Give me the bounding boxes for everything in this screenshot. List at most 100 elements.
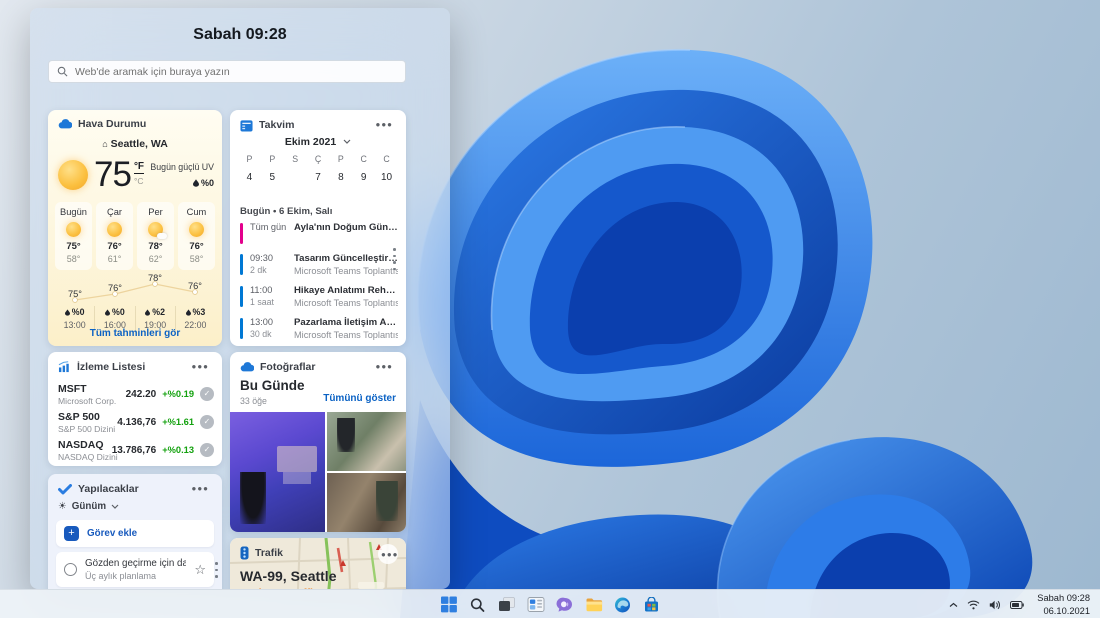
traffic-light-icon [240,546,249,560]
edge-browser-button[interactable] [611,593,635,617]
forecast-day[interactable]: Bugün 75° 58° [55,202,92,270]
store-icon [644,597,660,613]
task-item[interactable]: Gözden geçirme için dave... Üç aylık pla… [56,552,214,587]
plus-icon: + [64,526,79,541]
more-options-button[interactable]: ●●● [189,360,213,374]
traffic-route: WA-99, Seattle [240,568,336,584]
clock-time: Sabah 09:28 [1037,592,1090,604]
calendar-event[interactable]: Tüm gün Ayla'nın Doğum Günü 🎂 [240,222,398,244]
search-icon [57,66,68,77]
cloud-icon [58,119,72,129]
more-options-button[interactable]: ●●● [373,118,397,132]
watched-check-icon[interactable]: ✓ [200,387,214,401]
more-options-button[interactable]: ●●● [189,482,213,496]
date-cell[interactable]: 7 [307,168,330,187]
sun-icon [107,222,122,237]
todo-widget[interactable]: Yapılacaklar ●●● ☀ Günüm + Görev ekle Gö… [48,474,222,589]
date-cell[interactable]: 4 [238,168,261,187]
search-button[interactable] [466,593,490,617]
battery-icon[interactable] [1010,601,1024,609]
photos-heading: Bu Günde [240,378,305,393]
widgets-button[interactable] [524,593,548,617]
tray-chevron-up-icon[interactable] [949,602,958,608]
traffic-widget[interactable]: Trafik ●●● WA-99, Seattle Moderate traff… [230,538,406,589]
chat-icon [556,597,573,613]
traffic-title: Trafik [255,547,283,559]
forecast-day[interactable]: Per 78° 62° [137,202,174,270]
date-cell-selected[interactable]: 6 [284,168,307,187]
forecast-day[interactable]: Cum 76° 58° [178,202,215,270]
search-placeholder: Web'de aramak için buraya yazın [75,66,230,78]
date-cell[interactable]: 5 [261,168,284,187]
calendar-event[interactable]: 13:00 30 dk Pazarlama İletişim Alanı Mic… [240,317,398,340]
event-color-bar [240,254,243,275]
add-task-button[interactable]: + Görev ekle [56,520,214,547]
todo-title: Yapılacaklar [78,483,183,495]
photo-thumbnail[interactable] [230,412,325,532]
stock-row[interactable]: MSFT Microsoft Corp. 242.20 +%0.19 ✓ [58,380,214,408]
widgets-icon [527,597,544,612]
unit-celsius-toggle[interactable]: °C [134,176,144,186]
weather-title: Hava Durumu [78,118,212,130]
droplet-icon [145,309,150,316]
date-cell[interactable]: 9 [352,168,375,187]
photos-widget[interactable]: Fotoğraflar ●●● Bu Günde 33 öğe Tümünü g… [230,352,406,532]
calendar-scroll-dots[interactable] [393,248,396,270]
calendar-title: Takvim [259,119,367,131]
see-all-forecasts-link[interactable]: Tüm tahminleri gör [48,328,222,339]
watchlist-title: İzleme Listesi [77,361,183,373]
calendar-event[interactable]: 11:00 1 saat Hikaye Anlatımı Rehberlik .… [240,285,398,308]
watchlist-widget[interactable]: İzleme Listesi ●●● MSFT Microsoft Corp. … [48,352,222,466]
web-search-bar[interactable]: Web'de aramak için buraya yazın [48,60,406,83]
more-options-button[interactable]: ●●● [378,544,398,564]
sun-cloud-icon [148,222,163,237]
cloud-icon [240,362,254,372]
forecast-day[interactable]: Çar 76° 61° [96,202,133,270]
watched-check-icon[interactable]: ✓ [200,443,214,457]
wifi-icon[interactable] [967,600,980,610]
file-explorer-button[interactable] [582,593,606,617]
droplet-icon [105,309,110,316]
task-view-button[interactable] [495,593,519,617]
stock-row[interactable]: S&P 500 S&P 500 Dizini 4.136,76 +%1.61 ✓ [58,408,214,436]
sun-icon [189,222,204,237]
weather-location: ⌂Seattle, WA [48,138,222,150]
home-icon: ⌂ [102,139,107,149]
taskbar: Sabah 09:28 06.10.2021 [0,589,1100,618]
month-selector[interactable]: Ekim 2021 [230,136,406,148]
weather-widget[interactable]: Hava Durumu ⌂Seattle, WA 75 °F °C Bugün … [48,110,222,346]
windows-start-icon [440,596,457,613]
date-cell[interactable]: 10 [375,168,398,187]
photos-count: 33 öğe [240,396,267,406]
taskbar-clock[interactable]: Sabah 09:28 06.10.2021 [1037,592,1094,616]
show-all-link[interactable]: Tümünü göster [323,393,396,404]
microsoft-store-button[interactable] [640,593,664,617]
file-explorer-icon [585,598,602,612]
date-cell[interactable]: 8 [329,168,352,187]
greeting-title: Sabah 09:28 [30,26,450,44]
sun-glyph-icon: ☀ [58,501,67,512]
chat-button[interactable] [553,593,577,617]
chevron-down-icon [343,139,351,144]
photo-thumbnail[interactable] [327,473,406,532]
start-button[interactable] [437,593,461,617]
uv-label: Bugün güçlü UV [150,162,214,172]
watched-check-icon[interactable]: ✓ [200,415,214,429]
volume-icon[interactable] [989,600,1001,610]
droplet-icon [65,309,70,316]
calendar-widget[interactable]: Takvim ●●● Ekim 2021 P P S Ç P C C 4 5 6… [230,110,406,346]
calendar-event[interactable]: 09:30 2 dk Tasarım Güncelleştirmesi Micr… [240,253,398,276]
stock-row[interactable]: NASDAQ NASDAQ Dizini 13.786,76 +%0.13 ✓ [58,436,214,464]
droplet-icon [186,309,191,316]
todo-check-icon [58,484,72,495]
star-icon[interactable]: ☆ [194,562,206,578]
photo-thumbnail[interactable] [327,412,406,471]
more-options-button[interactable]: ●●● [373,360,397,374]
unit-fahrenheit-toggle[interactable]: °F [134,161,144,174]
task-view-icon [498,597,515,612]
clock-date: 06.10.2021 [1037,605,1090,617]
todo-list-selector[interactable]: ☀ Günüm [58,501,119,512]
todo-scroll-dots[interactable] [215,562,218,578]
event-color-bar [240,223,243,244]
task-checkbox[interactable] [64,563,77,576]
